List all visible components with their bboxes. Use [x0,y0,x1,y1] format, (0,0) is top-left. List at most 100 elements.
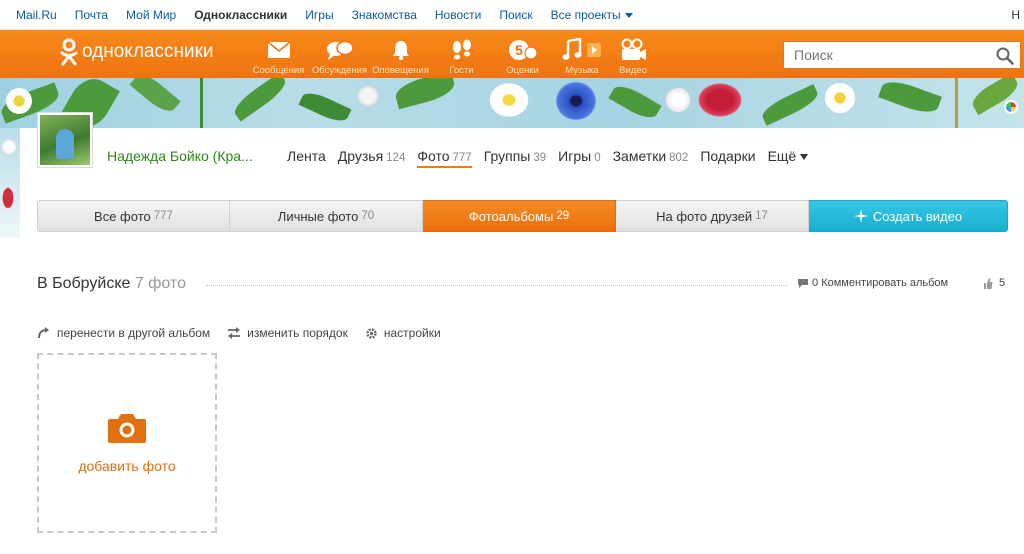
topbar-right-text[interactable]: Н [1011,8,1020,22]
nav-notifications-label: Оповещения [372,65,429,76]
comment-album-link[interactable]: 0 Комментировать альбом [797,277,948,289]
nav-video[interactable]: Видео [611,30,655,78]
nav-messages-label: Сообщения [252,65,305,76]
reorder-arrows-icon [228,327,241,339]
footprints-icon [450,38,474,62]
album-name: В Бобруйске [37,275,131,292]
album-actions: перенести в другой альбом изменить поряд… [37,326,458,340]
link-moy-mir[interactable]: Мой Мир [126,8,176,22]
profile-nav-count: 39 [533,152,547,164]
album-title-divider [206,285,788,286]
profile-nav-groups[interactable]: Группы 39 [484,148,546,168]
profile-nav-notes[interactable]: Заметки 802 [613,148,689,168]
profile-nav-label: Друзья [337,148,384,164]
site-header: одноклассники Сообщения Обсуждения Опове… [0,30,1024,78]
settings-action[interactable]: настройки [365,326,441,340]
nav-notifications[interactable]: Оповещения [370,30,431,78]
nav-discussions[interactable]: Обсуждения [309,30,370,78]
profile-nav-count: 124 [386,152,406,164]
profile-nav-label: Игры [558,148,592,164]
profile-nav-label: Заметки [612,148,667,164]
tab-count: 17 [755,210,768,222]
profile-nav-count: 777 [452,152,472,164]
camera-icon [108,414,146,443]
move-arrow-icon [38,327,49,339]
tab-label: Личные фото [277,208,359,224]
tab-label: Фотоальбомы [468,208,554,224]
nav-messages[interactable]: Сообщения [248,30,309,78]
mailru-links: Mail.Ru Почта Мой Мир Одноклассники Игры… [16,8,651,22]
comment-album-label: Комментировать альбом [821,277,949,289]
profile-nav-friends[interactable]: Друзья 124 [338,148,406,168]
avatar-photo [40,115,90,165]
search-input[interactable] [784,42,984,68]
profile-avatar[interactable] [37,112,93,168]
tab-friends-photos[interactable]: На фото друзей 17 [616,200,809,232]
link-pochta[interactable]: Почта [75,8,108,22]
link-znakomstva[interactable]: Знакомства [352,8,417,22]
daisy-flower [4,86,34,116]
link-novosti[interactable]: Новости [435,8,481,22]
move-to-album-action[interactable]: перенести в другой альбом [37,326,210,340]
profile-name[interactable]: Надежда Бойко (Кра... [107,148,253,164]
album-likes[interactable]: 5 [983,277,1005,289]
tab-personal-photos[interactable]: Личные фото 70 [230,200,423,232]
profile-nav-more[interactable]: Ещё [768,148,809,168]
banner-leaf [392,78,458,110]
nav-ratings-label: Оценки [506,65,539,76]
profile-cover-banner [0,78,1024,128]
link-igry[interactable]: Игры [305,8,333,22]
white-flower [0,138,18,156]
nav-video-label: Видео [619,65,647,76]
profile-nav-games[interactable]: Игры 0 [558,148,600,168]
link-all-projects[interactable]: Все проекты [551,8,633,22]
album-title: В Бобруйске 7 фото [37,275,186,293]
cover-side-strip [0,128,20,238]
settings-label: настройки [383,326,441,340]
ok-logo-icon [60,38,78,66]
cornflower [552,78,600,124]
music-note-icon [562,38,602,62]
tab-label: Все фото [94,208,151,224]
svg-text:5: 5 [515,42,523,58]
nav-music[interactable]: Музыка [553,30,611,78]
nav-guests[interactable]: Гости [431,30,492,78]
profile-nav-gifts[interactable]: Подарки [700,148,755,168]
logo-text: одноклассники [82,41,214,62]
tab-all-photos[interactable]: Все фото 777 [37,200,230,232]
banner-leaf [759,84,821,126]
profile-nav-label: Группы [483,148,531,164]
add-photo-label: добавить фото [78,458,176,474]
globe-icon[interactable] [1004,100,1018,114]
daisy-flower [486,80,532,120]
reorder-action[interactable]: изменить порядок [227,326,348,340]
bell-icon [391,38,411,62]
create-video-button[interactable]: Создать видео [809,200,1008,232]
banner-leaf [230,78,290,122]
daisy-flower [822,80,858,116]
profile-nav-label: Фото [417,148,450,164]
nav-ratings[interactable]: 5 Оценки [492,30,553,78]
link-odnoklassniki[interactable]: Одноклассники [194,8,287,22]
album-photo-count: 7 фото [134,275,186,292]
video-camera-icon [619,38,647,62]
profile-nav-photo[interactable]: Фото 777 [417,148,472,168]
banner-leaf [298,88,352,126]
nav-music-label: Музыка [565,65,599,76]
thumbs-up-icon [984,277,993,289]
profile-nav-label: Лента [287,148,326,164]
tab-count: 777 [153,210,173,222]
header-nav: Сообщения Обсуждения Оповещения Гости 5 … [248,30,655,78]
create-video-label: Создать видео [872,208,963,224]
search-icon[interactable] [996,47,1014,68]
site-logo[interactable]: одноклассники [60,38,214,66]
link-mailru[interactable]: Mail.Ru [16,8,57,22]
profile-nav-count: 0 [594,152,601,164]
profile-nav-feed[interactable]: Лента [287,148,326,168]
add-photo-button[interactable]: добавить фото [37,353,217,533]
search-box [783,41,1021,69]
tab-photo-albums[interactable]: Фотоальбомы 29 [423,200,616,232]
link-poisk[interactable]: Поиск [499,8,532,22]
banner-leaf [129,78,181,117]
red-flower [0,183,16,213]
